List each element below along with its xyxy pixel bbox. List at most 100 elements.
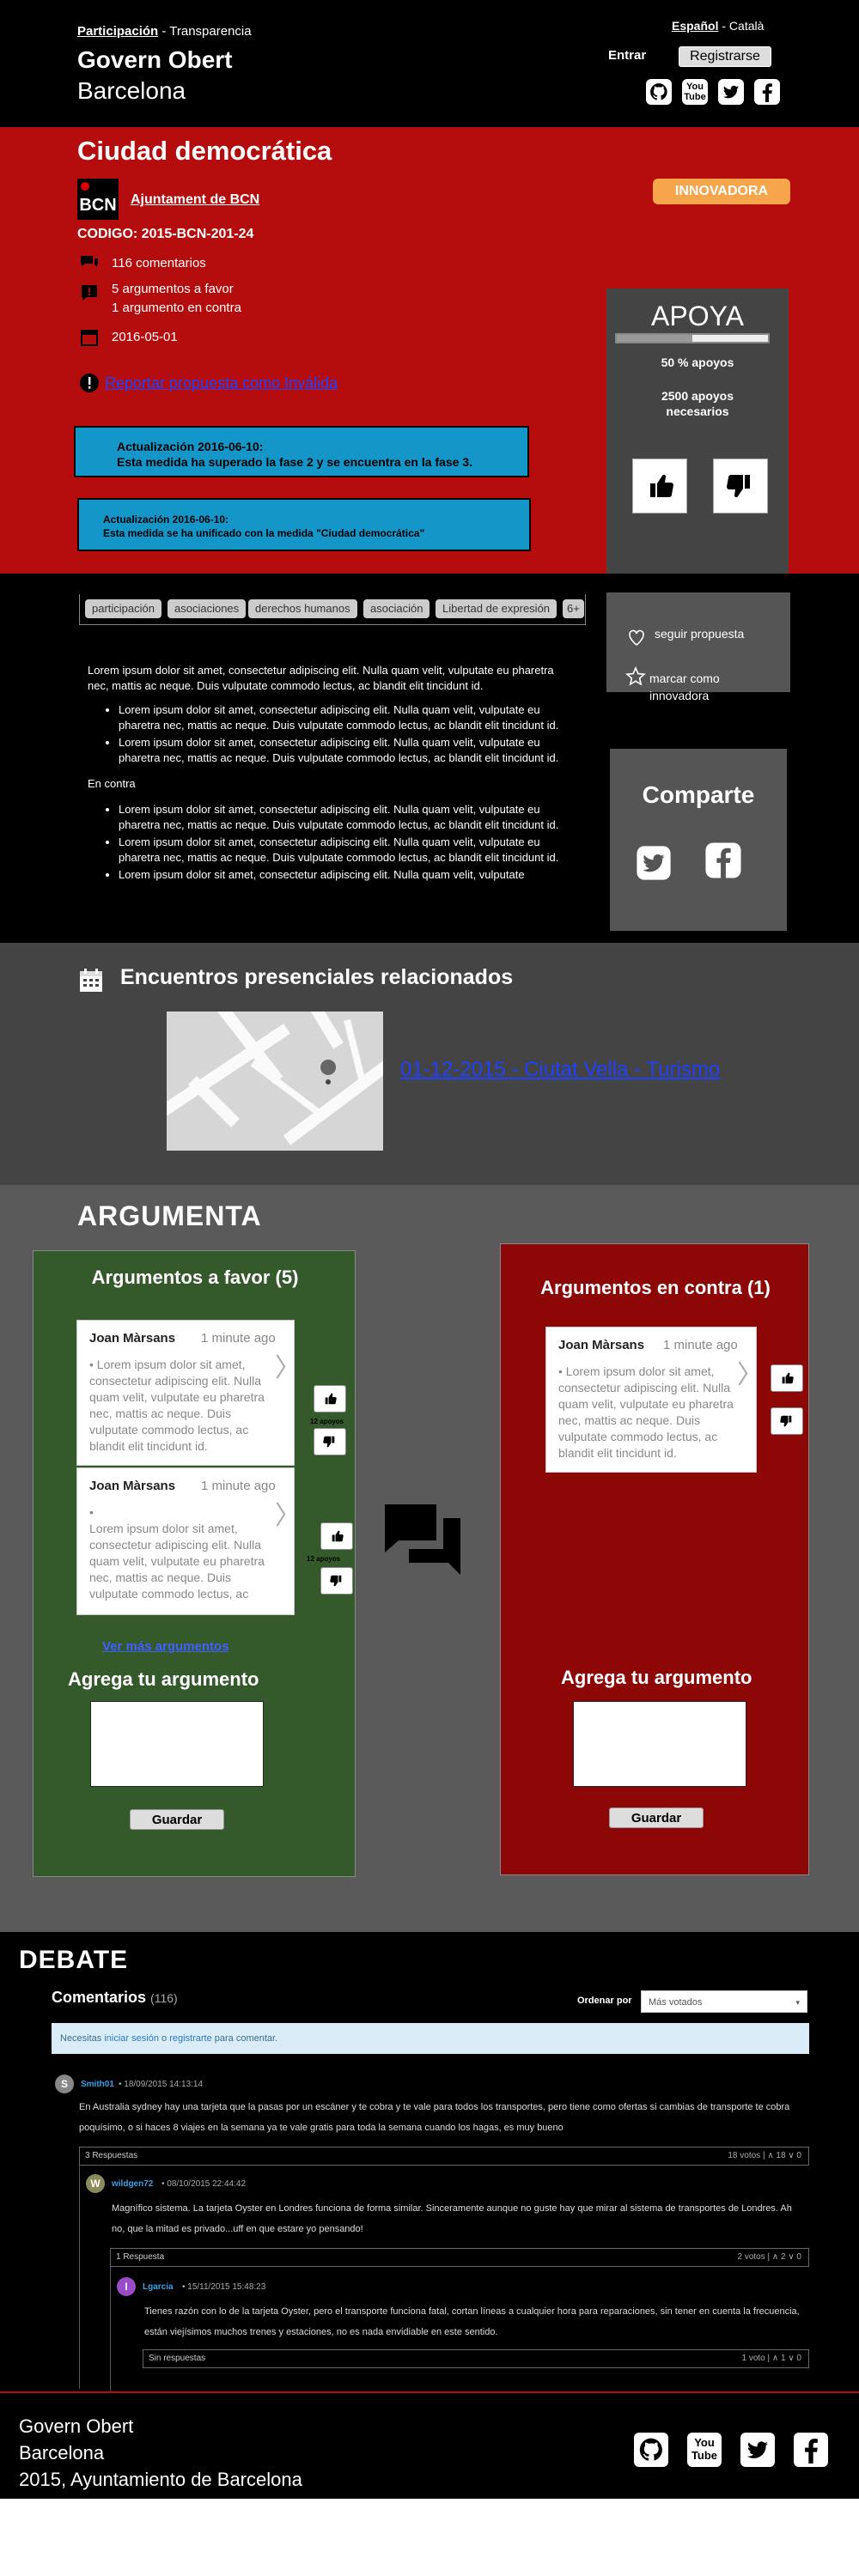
- arguments-icon: [82, 285, 97, 301]
- chevron-down-icon: ▾: [795, 1998, 800, 2007]
- comment-replies: 3 Respuestas: [85, 2151, 138, 2160]
- tag-item[interactable]: derechos humanos: [248, 599, 357, 618]
- footer-github-icon[interactable]: [634, 2433, 668, 2467]
- footer-twitter-icon[interactable]: [740, 2433, 775, 2467]
- calendar-icon: [81, 330, 98, 346]
- comment-replies-bar[interactable]: Sin respuestas 1 voto | ∧ 1 ∨ 0: [143, 2349, 809, 2368]
- argument-downvote-button[interactable]: [771, 1407, 803, 1435]
- chevron-right-icon[interactable]: 〉: [275, 1346, 294, 1384]
- youtube-icon[interactable]: You Tube: [682, 79, 708, 105]
- brand-subtitle[interactable]: Barcelona: [77, 77, 186, 105]
- chevron-right-icon[interactable]: 〉: [737, 1353, 756, 1391]
- contra-label: En contra: [88, 777, 136, 790]
- avatar: I: [117, 2277, 136, 2296]
- save-contra-button[interactable]: Guardar: [609, 1807, 704, 1828]
- footer-facebook-icon[interactable]: [794, 2433, 828, 2467]
- comment-replies-bar[interactable]: 3 Respuestas 18 votos | ∧ 18 ∨ 0: [79, 2147, 809, 2166]
- argument-downvote-button[interactable]: [314, 1428, 346, 1455]
- follow-panel: seguir propuesta marcar como innovadora: [606, 592, 790, 702]
- argument-card[interactable]: Joan Màrsans 1 minute ago • Lorem ipsum …: [545, 1327, 757, 1473]
- order-select[interactable]: Más votados ▾: [641, 1990, 807, 2013]
- follow-proposal-link[interactable]: seguir propuesta: [655, 627, 744, 641]
- comment-user[interactable]: Lgarcia: [143, 2282, 174, 2292]
- comment-votes[interactable]: 1 voto | ∧ 1 ∨ 0: [742, 2350, 802, 2367]
- footer-line1: Govern Obert: [19, 2415, 134, 2437]
- update-1-title: Actualización 2016-06-10:: [117, 440, 264, 453]
- argument-upvote-button[interactable]: [320, 1522, 353, 1550]
- thumbs-up-icon: [332, 1530, 344, 1542]
- argument-favor-input[interactable]: [90, 1701, 264, 1787]
- mark-innovative-link[interactable]: marcar como innovadora: [649, 670, 778, 704]
- argument-contra-input[interactable]: [573, 1701, 746, 1787]
- author-link[interactable]: Ajuntament de BCN: [131, 192, 259, 208]
- favor-list-item: Lorem ipsum dolor sit amet, consectetur …: [119, 735, 569, 766]
- lang-espanol[interactable]: Español: [672, 19, 718, 33]
- argument-author: Joan Màrsans: [89, 1479, 176, 1493]
- tag-item[interactable]: Libertad de expresión: [436, 599, 557, 618]
- share-facebook-icon[interactable]: [704, 841, 742, 879]
- comment-user[interactable]: wildgen72: [112, 2179, 153, 2189]
- star-icon: [625, 666, 646, 686]
- comment-text: Magnífico sistema. La tarjeta Oyster en …: [112, 2203, 792, 2234]
- facebook-icon[interactable]: [754, 79, 780, 105]
- login-notice: Necesitas iniciar sesión o registrarte p…: [52, 2023, 809, 2054]
- argument-votes: 12 apoyos: [310, 1418, 344, 1425]
- argument-upvote-button[interactable]: [314, 1385, 346, 1413]
- footer-copyright: 2015, Ayuntamiento de Barcelona: [19, 2469, 302, 2490]
- more-arguments-link[interactable]: Ver más argumentos: [102, 1639, 229, 1654]
- lang-catala[interactable]: Català: [729, 19, 764, 33]
- tag-item[interactable]: asociaciones: [168, 599, 247, 618]
- avatar: S: [55, 2075, 74, 2093]
- brand-title[interactable]: Govern Obert: [77, 46, 232, 74]
- argument-card[interactable]: Joan Màrsans 1 minute ago • Lorem ipsum …: [76, 1320, 295, 1466]
- comment-user[interactable]: Smith01: [81, 2080, 114, 2089]
- support-panel: APOYA 50 % apoyos 2500 apoyos necesarios: [606, 289, 789, 575]
- argument-body: Lorem ipsum dolor sit amet, consectetur …: [89, 1522, 265, 1601]
- github-icon[interactable]: [646, 79, 672, 105]
- comments-count[interactable]: 116 comentarios: [112, 254, 206, 273]
- report-invalid-link[interactable]: Reportar propuesta como Inválida: [105, 374, 338, 392]
- share-title: Comparte: [642, 781, 755, 808]
- register-button[interactable]: Registrarse: [679, 46, 771, 67]
- argument-time: 1 minute ago: [663, 1338, 738, 1352]
- comment-votes[interactable]: 18 votos | ∧ 18 ∨ 0: [728, 2148, 801, 2165]
- thumbs-up-icon: [650, 474, 673, 497]
- comment-text: Tienes razón con lo de la tarjeta Oyster…: [144, 2306, 800, 2337]
- share-twitter-icon[interactable]: [636, 845, 672, 881]
- chevron-right-icon[interactable]: 〉: [275, 1494, 294, 1532]
- login-link[interactable]: iniciar sesión: [104, 2033, 159, 2044]
- thread-line: [110, 2267, 111, 2391]
- support-title: APOYA: [651, 301, 744, 331]
- argument-time: 1 minute ago: [201, 1479, 276, 1493]
- crumb-transparencia[interactable]: Transparencia: [169, 24, 251, 39]
- register-link[interactable]: registrarte: [169, 2033, 212, 2044]
- save-favor-button[interactable]: Guardar: [130, 1809, 224, 1830]
- tag-item[interactable]: participación: [85, 599, 161, 618]
- language-switcher: Español - Català: [672, 19, 764, 33]
- arguments-favor-count: 5 argumentos a favor: [112, 282, 234, 296]
- tags-more[interactable]: 6+: [563, 599, 584, 618]
- description-intro: Lorem ipsum dolor sit amet, consectetur …: [88, 664, 554, 692]
- favor-list-item: Lorem ipsum dolor sit amet, consectetur …: [119, 702, 569, 733]
- argument-time: 1 minute ago: [201, 1331, 276, 1346]
- login-mid: o: [158, 2033, 170, 2044]
- argument-author: Joan Màrsans: [89, 1331, 176, 1346]
- footer-youtube-icon[interactable]: You Tube: [687, 2433, 722, 2467]
- comment-votes[interactable]: 2 votos | ∧ 2 ∨ 0: [738, 2249, 802, 2266]
- order-label: Ordenar por: [577, 1996, 632, 2006]
- event-link[interactable]: 01-12-2015 - Ciutat Vella - Turismo: [400, 1058, 720, 1082]
- argument-upvote-button[interactable]: [771, 1364, 803, 1392]
- heart-icon: [629, 629, 644, 647]
- support-down-button[interactable]: [713, 459, 768, 513]
- login-link[interactable]: Entrar: [608, 48, 646, 63]
- proposal-title: Ciudad democrática: [77, 136, 332, 166]
- twitter-icon[interactable]: [718, 79, 744, 105]
- event-map[interactable]: [167, 1012, 383, 1151]
- argumenta-title: ARGUMENTA: [77, 1200, 262, 1231]
- crumb-participacion[interactable]: Participación: [77, 24, 158, 39]
- tag-item[interactable]: asociación: [363, 599, 430, 618]
- argument-card[interactable]: Joan Màrsans 1 minute ago • Lorem ipsum d…: [76, 1467, 295, 1615]
- support-up-button[interactable]: [632, 459, 687, 513]
- argument-downvote-button[interactable]: [320, 1567, 353, 1595]
- comment-replies-bar[interactable]: 1 Respuesta 2 votos | ∧ 2 ∨ 0: [110, 2248, 809, 2267]
